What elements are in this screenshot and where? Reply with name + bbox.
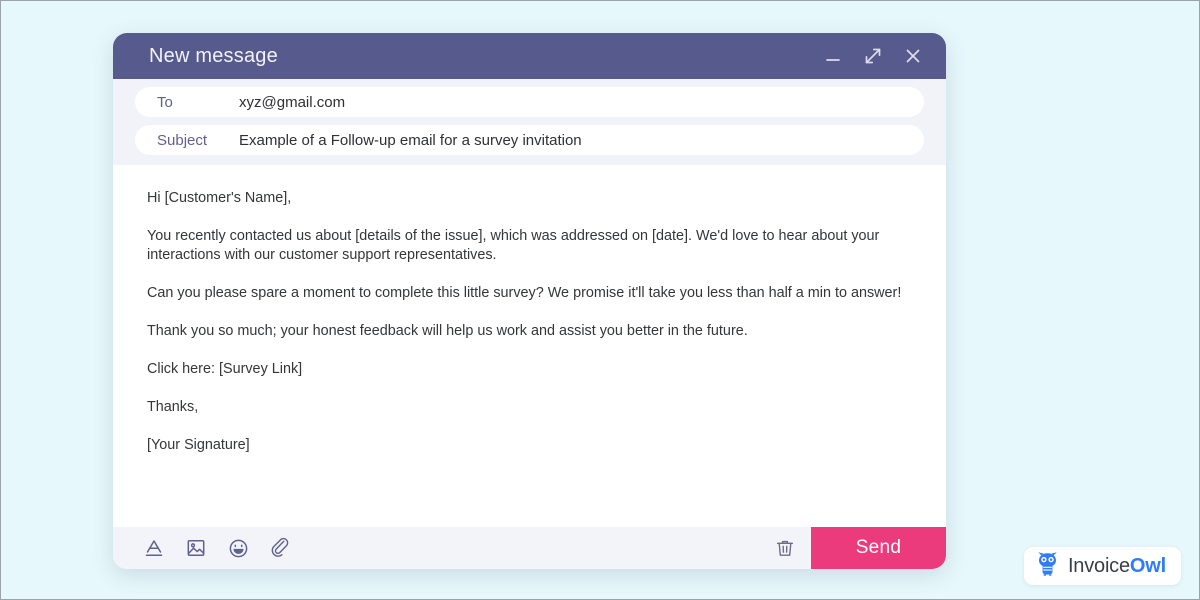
brand-name-second: Owl	[1130, 555, 1166, 577]
body-paragraph: Thanks,	[147, 398, 912, 417]
body-paragraph: Thank you so much; your honest feedback …	[147, 322, 912, 341]
subject-field-label: Subject	[157, 132, 239, 149]
recipient-fields: To xyz@gmail.com Subject Example of a Fo…	[113, 79, 946, 165]
to-field-label: To	[157, 94, 239, 111]
attachment-icon[interactable]	[267, 535, 293, 561]
body-paragraph: You recently contacted us about [details…	[147, 227, 912, 265]
subject-input[interactable]: Example of a Follow-up email for a surve…	[239, 132, 924, 149]
compose-toolbar: Send	[113, 527, 946, 569]
brand-name-first: Invoice	[1068, 555, 1130, 577]
emoji-icon[interactable]	[225, 535, 251, 561]
window-title-bar: New message	[113, 33, 946, 79]
to-input[interactable]: xyz@gmail.com	[239, 94, 924, 111]
body-paragraph: Can you please spare a moment to complet…	[147, 284, 912, 303]
invoiceowl-logo: InvoiceOwl	[1024, 547, 1181, 585]
subject-field-row[interactable]: Subject Example of a Follow-up email for…	[135, 125, 924, 155]
to-field-row[interactable]: To xyz@gmail.com	[135, 87, 924, 117]
window-controls	[820, 43, 932, 69]
format-text-icon[interactable]	[141, 535, 167, 561]
window-title: New message	[149, 45, 820, 68]
toolbar-actions: Send	[759, 527, 946, 569]
expand-button[interactable]	[860, 43, 886, 69]
body-paragraph: [Your Signature]	[147, 436, 912, 455]
compose-tools	[113, 535, 293, 561]
owl-icon	[1036, 551, 1059, 581]
body-paragraph: Click here: [Survey Link]	[147, 360, 912, 379]
email-body-editor[interactable]: Hi [Customer's Name], You recently conta…	[113, 165, 946, 527]
discard-button[interactable]	[759, 527, 811, 569]
insert-image-icon[interactable]	[183, 535, 209, 561]
send-button[interactable]: Send	[811, 527, 946, 569]
brand-name: InvoiceOwl	[1068, 555, 1166, 578]
compose-email-window: New message	[113, 33, 946, 569]
close-button[interactable]	[900, 43, 926, 69]
minimize-button[interactable]	[820, 43, 846, 69]
body-paragraph: Hi [Customer's Name],	[147, 189, 912, 208]
